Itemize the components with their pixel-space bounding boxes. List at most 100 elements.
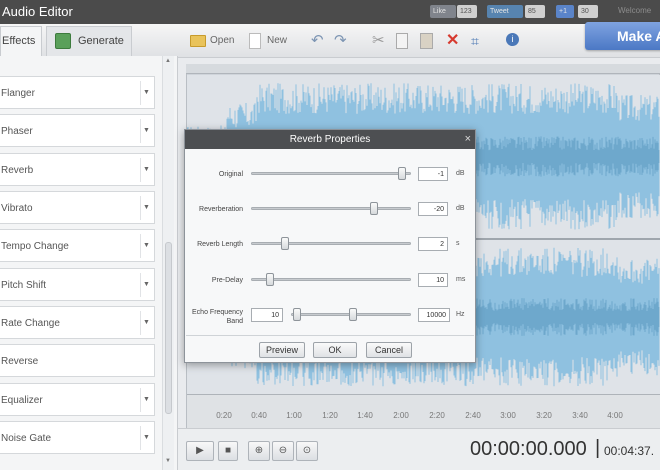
original-value-input[interactable]	[418, 167, 448, 181]
effect-item-rate-change[interactable]: Rate Change ▼	[0, 306, 155, 339]
timeline-tick: 0:40	[251, 411, 267, 420]
tab-generate[interactable]: Generate	[46, 26, 132, 56]
reverberation-slider[interactable]	[251, 207, 411, 210]
effect-item-tempo-change[interactable]: Tempo Change ▼	[0, 229, 155, 262]
sidebar-scrollbar[interactable]: ▲ ▼	[162, 56, 174, 470]
new-label: New	[267, 35, 288, 46]
echo-frequency-band-label: Echo Frequency Band	[185, 308, 243, 326]
ok-button[interactable]: OK	[313, 342, 357, 358]
cut-icon[interactable]: ✂	[372, 33, 388, 49]
reverb-length-slider[interactable]	[251, 242, 411, 245]
new-button[interactable]: New	[249, 33, 289, 49]
chevron-down-icon[interactable]: ▼	[140, 273, 152, 297]
copy-button[interactable]	[396, 33, 410, 49]
original-label: Original	[218, 171, 243, 178]
echo-label-line1: Echo Frequency	[192, 309, 243, 316]
effect-item-flanger[interactable]: Flanger ▼	[0, 76, 155, 109]
like-button[interactable]: Like	[430, 5, 456, 18]
tab-effects[interactable]: Effects	[0, 26, 42, 56]
welcome-link[interactable]: Welcome	[618, 6, 651, 15]
effect-item-reverse[interactable]: Reverse	[0, 344, 155, 377]
effect-item-noise-gate[interactable]: Noise Gate ▼	[0, 421, 155, 454]
dialog-title: Reverb Properties	[289, 134, 371, 145]
effect-item-reverb[interactable]: Reverb ▼	[0, 153, 155, 186]
delete-icon[interactable]: ✕	[446, 33, 460, 49]
like-count: 123	[457, 5, 477, 18]
effect-item-equalizer[interactable]: Equalizer ▼	[0, 383, 155, 416]
timeline-tick: 1:00	[286, 411, 302, 420]
chevron-down-icon[interactable]: ▼	[140, 234, 152, 258]
chevron-down-icon[interactable]: ▼	[140, 81, 152, 105]
tweet-button[interactable]: Tweet	[487, 5, 523, 18]
scroll-down-icon[interactable]: ▼	[165, 458, 171, 464]
dialog-title-bar[interactable]: Reverb Properties ×	[185, 130, 475, 149]
reverb-length-slider-thumb[interactable]	[281, 237, 290, 250]
reverberation-value-input[interactable]	[418, 202, 448, 216]
pre-delay-label: Pre-Delay	[211, 277, 243, 284]
tab-effects-label: Effects	[2, 35, 36, 47]
echo-low-input[interactable]	[251, 308, 283, 322]
plus-one-button[interactable]: +1	[556, 5, 574, 18]
crop-icon[interactable]: ⌗	[471, 33, 485, 49]
pre-delay-value-input[interactable]	[418, 273, 448, 287]
plus-one-count: 30	[578, 5, 598, 18]
timeline-tick: 1:20	[322, 411, 338, 420]
reverberation-label: Reverberation	[199, 206, 243, 213]
reverberation-slider-thumb[interactable]	[369, 202, 378, 215]
stop-button[interactable]: ■	[218, 441, 238, 461]
effects-panel: Flanger ▼ Phaser ▼ Reverb ▼ Vibrato ▼ Tempo …	[0, 56, 178, 470]
undo-icon[interactable]: ↶	[311, 33, 327, 49]
zoom-fit-button[interactable]: ⊙	[296, 441, 318, 461]
open-button[interactable]: Open	[190, 33, 236, 49]
app-title: Audio Editor	[2, 4, 73, 19]
folder-icon	[190, 35, 206, 47]
selection-ruler[interactable]	[186, 64, 660, 74]
effect-label: Reverse	[1, 356, 39, 367]
pre-delay-unit: ms	[456, 276, 466, 283]
effect-label: Rate Change	[1, 318, 60, 329]
preview-button[interactable]: Preview	[259, 342, 305, 358]
reverb-properties-dialog: Reverb Properties × Original dB Reverber…	[184, 129, 476, 363]
reverb-length-value-input[interactable]	[418, 237, 448, 251]
echo-label-line2: Band	[226, 318, 243, 325]
chevron-down-icon[interactable]: ▼	[140, 388, 152, 412]
chevron-down-icon[interactable]: ▼	[140, 196, 152, 220]
play-button[interactable]: ▶	[186, 441, 214, 461]
echo-unit: Hz	[456, 311, 465, 318]
pre-delay-slider[interactable]	[251, 278, 411, 281]
timeline-tick: 1:40	[357, 411, 373, 420]
scroll-up-icon[interactable]: ▲	[165, 58, 171, 64]
info-button[interactable]: i	[506, 33, 520, 49]
open-label: Open	[210, 35, 235, 46]
original-slider-thumb[interactable]	[398, 167, 407, 180]
title-bar: Audio Editor Like 123 Tweet 85 +1 30 Wel…	[0, 0, 660, 24]
original-slider[interactable]	[251, 172, 411, 175]
chevron-down-icon[interactable]: ▼	[140, 158, 152, 182]
effect-label: Pitch Shift	[1, 280, 47, 291]
scrollbar-thumb[interactable]	[165, 242, 172, 414]
echo-high-thumb[interactable]	[349, 308, 358, 321]
effect-label: Flanger	[1, 88, 35, 99]
effect-item-pitch-shift[interactable]: Pitch Shift ▼	[0, 268, 155, 301]
effect-label: Equalizer	[1, 395, 43, 406]
timeline-tick: 2:00	[393, 411, 409, 420]
chevron-down-icon[interactable]: ▼	[140, 311, 152, 335]
paste-button[interactable]	[420, 33, 434, 49]
cancel-button[interactable]: Cancel	[366, 342, 412, 358]
effect-item-phaser[interactable]: Phaser ▼	[0, 114, 155, 147]
make-button[interactable]: Make A	[585, 22, 660, 50]
effect-label: Noise Gate	[1, 433, 52, 444]
pre-delay-slider-thumb[interactable]	[266, 273, 275, 286]
echo-low-thumb[interactable]	[293, 308, 302, 321]
redo-icon[interactable]: ↷	[334, 33, 350, 49]
paste-icon	[420, 33, 433, 49]
timeline-tick: 3:40	[572, 411, 588, 420]
effect-item-vibrato[interactable]: Vibrato ▼	[0, 191, 155, 224]
timeline-ruler[interactable]: 0:20 0:40 1:00 1:20 1:40 2:00 2:20 2:40 …	[187, 394, 660, 428]
chevron-down-icon[interactable]: ▼	[140, 426, 152, 450]
zoom-in-button[interactable]: ⊕	[248, 441, 270, 461]
chevron-down-icon[interactable]: ▼	[140, 119, 152, 143]
close-icon[interactable]: ×	[465, 130, 471, 149]
zoom-out-button[interactable]: ⊖	[272, 441, 294, 461]
echo-high-input[interactable]	[418, 308, 450, 322]
